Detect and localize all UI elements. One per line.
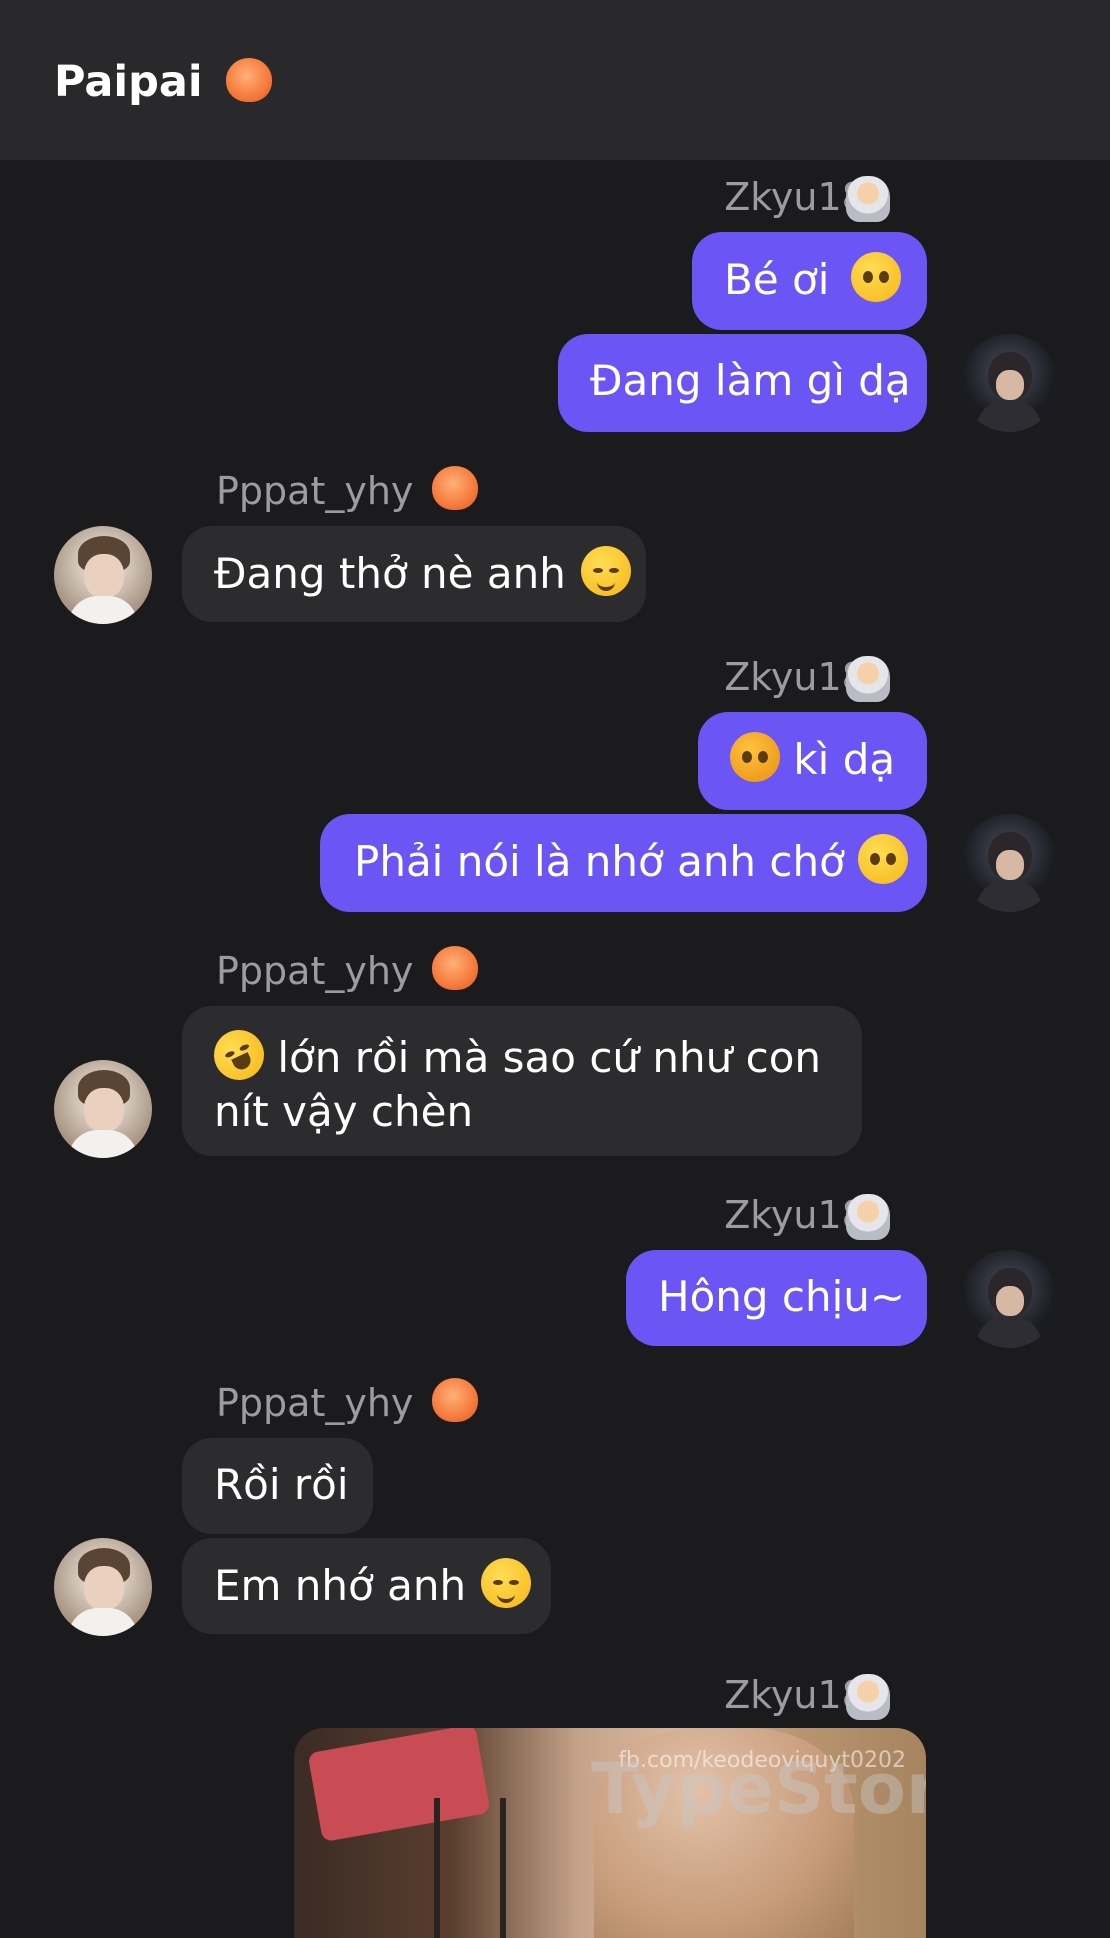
photo-watermark-large: TypeStory: [591, 1748, 926, 1830]
sender-name: Pppat_yhy: [216, 946, 478, 996]
message-bubble-outgoing[interactable]: kì dạ: [698, 712, 927, 810]
peach-icon: [431, 1378, 478, 1422]
avatar-body: [976, 880, 1042, 912]
avatar-face: [996, 1286, 1024, 1316]
avatar-zkyu188[interactable]: [960, 334, 1058, 432]
sender-name-text: Pppat_yhy: [216, 1381, 414, 1425]
message-bubble-outgoing[interactable]: Bé ơi: [692, 232, 927, 330]
message-bubble-incoming[interactable]: lớn rồi mà sao cứ như con nít vậy chèn: [182, 1006, 862, 1156]
peach-icon: [431, 466, 478, 510]
astronaut-icon: [846, 656, 890, 702]
avatar-body: [68, 596, 138, 624]
astronaut-icon: [846, 176, 890, 222]
avatar-pppat-yhy[interactable]: [54, 526, 152, 624]
chat-header: Paipai: [0, 0, 1110, 160]
avatar-face: [996, 370, 1024, 400]
avatar-zkyu188[interactable]: [960, 1250, 1058, 1348]
avatar-body: [976, 1316, 1042, 1348]
angry-face-icon: [730, 732, 780, 782]
message-bubble-incoming[interactable]: Đang thở nè anh: [182, 526, 646, 622]
message-bubble-incoming[interactable]: Rồi rồi: [182, 1438, 373, 1534]
avatar-face: [996, 850, 1024, 880]
rofl-face-icon: [205, 1021, 273, 1089]
sender-name-text: Pppat_yhy: [216, 469, 414, 513]
message-text: Hông chịu~: [658, 1272, 906, 1321]
message-bubble-outgoing[interactable]: Đang làm gì dạ: [558, 334, 927, 432]
smiling-face-icon: [481, 1558, 532, 1608]
avatar-body: [68, 1130, 138, 1158]
avatar-face: [84, 1088, 124, 1132]
peach-icon: [225, 58, 272, 102]
chat-title[interactable]: Paipai: [54, 52, 272, 112]
message-text: Bé ơi: [724, 255, 830, 304]
peach-icon: [431, 946, 478, 990]
pleading-face-icon: [850, 252, 901, 302]
avatar-zkyu188[interactable]: [960, 814, 1058, 912]
message-text: Đang làm gì dạ: [590, 356, 911, 405]
sender-name: Pppat_yhy: [216, 466, 478, 516]
avatar-face: [84, 554, 124, 598]
sender-name: Pppat_yhy: [216, 1378, 478, 1428]
avatar-pppat-yhy[interactable]: [54, 1060, 152, 1158]
avatar-pppat-yhy[interactable]: [54, 1538, 152, 1636]
astronaut-icon: [846, 1194, 890, 1240]
smiling-face-icon: [581, 546, 632, 596]
message-text: lớn rồi mà sao cứ như con: [277, 1033, 822, 1082]
message-photo[interactable]: fb.com/keodeoviquyt0202 TypeStory: [294, 1728, 926, 1938]
message-bubble-outgoing[interactable]: Hông chịu~: [626, 1250, 927, 1346]
chat-title-text: Paipai: [54, 57, 203, 107]
message-text-line2: nít vậy chèn: [214, 1087, 474, 1136]
avatar-face: [84, 1566, 124, 1610]
message-bubble-outgoing[interactable]: Phải nói là nhớ anh chớ: [320, 814, 927, 912]
pleading-face-icon: [858, 834, 909, 884]
message-text: Rồi rồi: [214, 1460, 349, 1509]
sender-name-text: Pppat_yhy: [216, 949, 414, 993]
message-bubble-incoming[interactable]: Em nhớ anh: [182, 1538, 551, 1634]
photo-chair: [434, 1798, 506, 1938]
astronaut-icon: [846, 1674, 890, 1720]
message-text: kì dạ: [793, 735, 896, 784]
message-text: Đang thở nè anh: [214, 549, 566, 598]
avatar-body: [976, 400, 1042, 432]
message-text: Em nhớ anh: [214, 1561, 467, 1610]
message-text: Phải nói là nhớ anh chớ: [354, 837, 859, 886]
message-line: lớn rồi mà sao cứ như con: [205, 1021, 862, 1089]
avatar-body: [68, 1608, 138, 1636]
